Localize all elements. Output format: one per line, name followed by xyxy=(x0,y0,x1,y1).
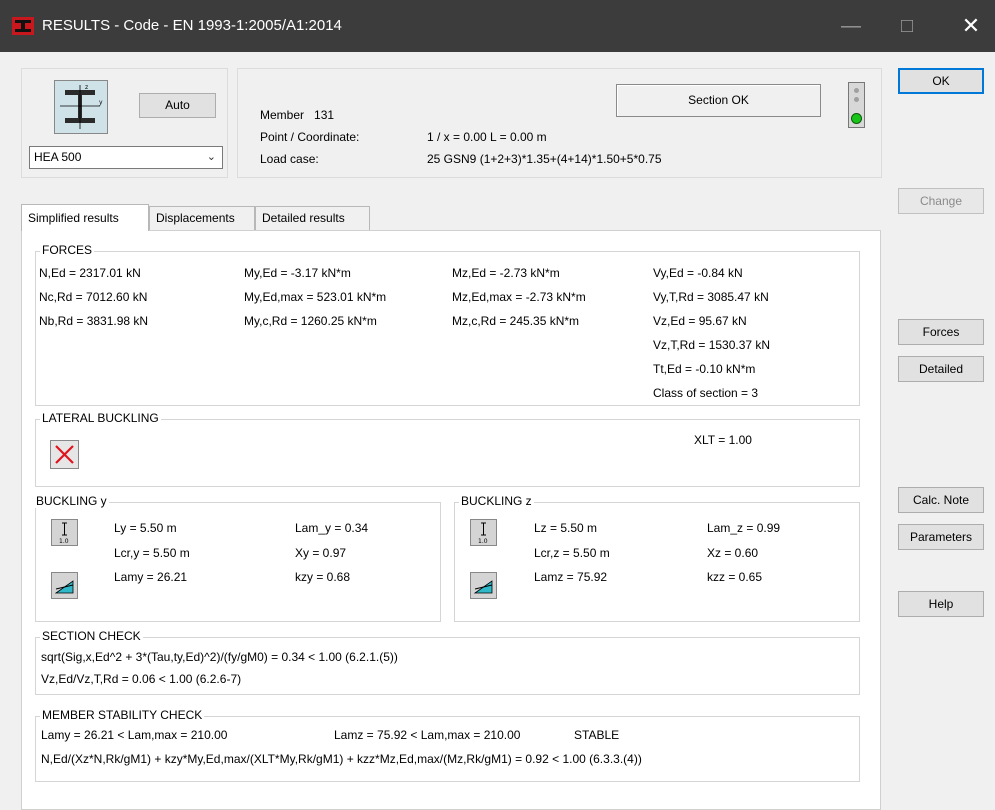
section-check-group: SECTION CHECK sqrt(Sig,x,Ed^2 + 3*(Tau,t… xyxy=(35,629,860,695)
detailed-button[interactable]: Detailed xyxy=(898,356,984,382)
loadcase-label: Load case: xyxy=(260,152,319,166)
force-value: Nb,Rd = 3831.98 kN xyxy=(39,314,149,328)
torsion-value: Tt,Ed = -0.10 kN*m xyxy=(653,362,756,376)
svg-text:z: z xyxy=(85,84,88,91)
buckling-diagram-icon[interactable] xyxy=(51,572,78,599)
parameters-button[interactable]: Parameters xyxy=(898,524,984,550)
xy-value: Xy = 0.97 xyxy=(295,546,347,560)
lateral-buckling-group: LATERAL BUCKLING XLT = 1.00 xyxy=(35,411,860,487)
xlt-value: XLT = 1.00 xyxy=(694,433,752,447)
tab-detailed-results[interactable]: Detailed results xyxy=(255,206,370,231)
point-value: 1 / x = 0.00 L = 0.00 m xyxy=(427,130,547,144)
minimize-button[interactable]: — xyxy=(836,12,866,42)
moment-value: My,Ed = -3.17 kN*m xyxy=(244,266,351,280)
member-label: Member 131 xyxy=(260,108,335,122)
profile-select-value: HEA 500 xyxy=(34,150,82,164)
svg-text:1.0: 1.0 xyxy=(478,538,488,545)
no-lateral-buckling-icon[interactable] xyxy=(50,440,79,469)
force-value: N,Ed = 2317.01 kN xyxy=(39,266,141,280)
tab-displacements[interactable]: Displacements xyxy=(149,206,255,231)
section-check-line: Vz,Ed/Vz,T,Rd = 0.06 < 1.00 (6.2.6-7) xyxy=(41,672,242,686)
maximize-button[interactable]: □ xyxy=(892,12,922,42)
section-class-value: Class of section = 3 xyxy=(653,386,759,400)
point-label: Point / Coordinate: xyxy=(260,130,360,144)
stability-status: STABLE xyxy=(574,728,620,742)
buckling-z-title: BUCKLING z xyxy=(459,494,534,508)
moment-value: My,Ed,max = 523.01 kN*m xyxy=(244,290,387,304)
buckling-y-group: BUCKLING y 1.0 Ly = 5.50 m Lcr,y = 5.50 … xyxy=(34,494,441,622)
shear-value: Vz,Ed = 95.67 kN xyxy=(653,314,747,328)
stability-lamz: Lamz = 75.92 < Lam,max = 210.00 xyxy=(334,728,521,742)
profile-select[interactable]: HEA 500 ⌄ xyxy=(29,146,223,169)
member-stability-group: MEMBER STABILITY CHECK Lamy = 26.21 < La… xyxy=(35,708,860,782)
moment-value: My,c,Rd = 1260.25 kN*m xyxy=(244,314,377,328)
section-check-title: SECTION CHECK xyxy=(40,629,143,643)
close-button[interactable]: ✕ xyxy=(956,12,986,42)
svg-text:1.0: 1.0 xyxy=(59,538,69,545)
stability-lamy: Lamy = 26.21 < Lam,max = 210.00 xyxy=(41,728,228,742)
forces-group: FORCES N,Ed = 2317.01 kN Nc,Rd = 7012.60… xyxy=(35,243,860,406)
tab-simplified-results[interactable]: Simplified results xyxy=(21,204,149,231)
moment-value: Mz,Ed = -2.73 kN*m xyxy=(452,266,560,280)
section-shape-icon[interactable]: z y xyxy=(54,80,108,134)
chevron-down-icon: ⌄ xyxy=(206,151,216,163)
svg-text:y: y xyxy=(99,99,103,106)
calc-note-button[interactable]: Calc. Note xyxy=(898,487,984,513)
shear-value: Vy,Ed = -0.84 kN xyxy=(653,266,743,280)
member-value: 131 xyxy=(314,108,335,122)
forces-button[interactable]: Forces xyxy=(898,319,984,345)
lcr-y-value: Lcr,y = 5.50 m xyxy=(114,546,190,560)
buckling-length-icon[interactable]: 1.0 xyxy=(470,519,497,546)
lam-y-rel-value: Lam_y = 0.34 xyxy=(295,521,369,535)
buckling-y-title: BUCKLING y xyxy=(34,494,109,508)
status-light-icon xyxy=(848,82,865,128)
lamy-value: Lamy = 26.21 xyxy=(114,570,188,584)
member-stability-title: MEMBER STABILITY CHECK xyxy=(40,708,205,722)
moment-value: Mz,Ed,max = -2.73 kN*m xyxy=(452,290,586,304)
lz-value: Lz = 5.50 m xyxy=(534,521,598,535)
ok-button[interactable]: OK xyxy=(898,68,984,94)
lateral-buckling-title: LATERAL BUCKLING xyxy=(40,411,161,425)
moment-value: Mz,c,Rd = 245.35 kN*m xyxy=(452,314,580,328)
kzy-value: kzy = 0.68 xyxy=(295,570,351,584)
section-check-line: sqrt(Sig,x,Ed^2 + 3*(Tau,ty,Ed)^2)/(fy/g… xyxy=(41,650,398,664)
ly-value: Ly = 5.50 m xyxy=(114,521,177,535)
xz-value: Xz = 0.60 xyxy=(707,546,759,560)
kzz-value: kzz = 0.65 xyxy=(707,570,763,584)
shear-value: Vz,T,Rd = 1530.37 kN xyxy=(653,338,771,352)
window-title: RESULTS - Code - EN 1993-1:2005/A1:2014 xyxy=(42,17,342,34)
lamz-value: Lamz = 75.92 xyxy=(534,570,608,584)
change-button[interactable]: Change xyxy=(898,188,984,214)
buckling-length-icon[interactable]: 1.0 xyxy=(51,519,78,546)
force-value: Nc,Rd = 7012.60 kN xyxy=(39,290,148,304)
buckling-diagram-icon[interactable] xyxy=(470,572,497,599)
stability-formula: N,Ed/(Xz*N,Rk/gM1) + kzy*My,Ed,max/(XLT*… xyxy=(41,752,642,766)
lcr-z-value: Lcr,z = 5.50 m xyxy=(534,546,610,560)
loadcase-value: 25 GSN9 (1+2+3)*1.35+(4+14)*1.50+5*0.75 xyxy=(427,152,662,166)
title-bar: RESULTS - Code - EN 1993-1:2005/A1:2014 … xyxy=(0,0,995,52)
buckling-z-group: BUCKLING z 1.0 Lz = 5.50 m Lcr,z = 5.50 … xyxy=(454,494,860,622)
auto-button[interactable]: Auto xyxy=(139,93,216,118)
section-status: Section OK xyxy=(616,84,821,117)
shear-value: Vy,T,Rd = 3085.47 kN xyxy=(653,290,769,304)
help-button[interactable]: Help xyxy=(898,591,984,617)
lam-z-rel-value: Lam_z = 0.99 xyxy=(707,521,781,535)
member-info-panel: Member 131 Point / Coordinate: 1 / x = 0… xyxy=(237,68,882,178)
forces-title: FORCES xyxy=(40,243,95,257)
simplified-results-panel: FORCES N,Ed = 2317.01 kN Nc,Rd = 7012.60… xyxy=(21,230,881,810)
app-logo-icon xyxy=(12,17,34,35)
profile-panel: z y Auto HEA 500 ⌄ xyxy=(21,68,228,178)
